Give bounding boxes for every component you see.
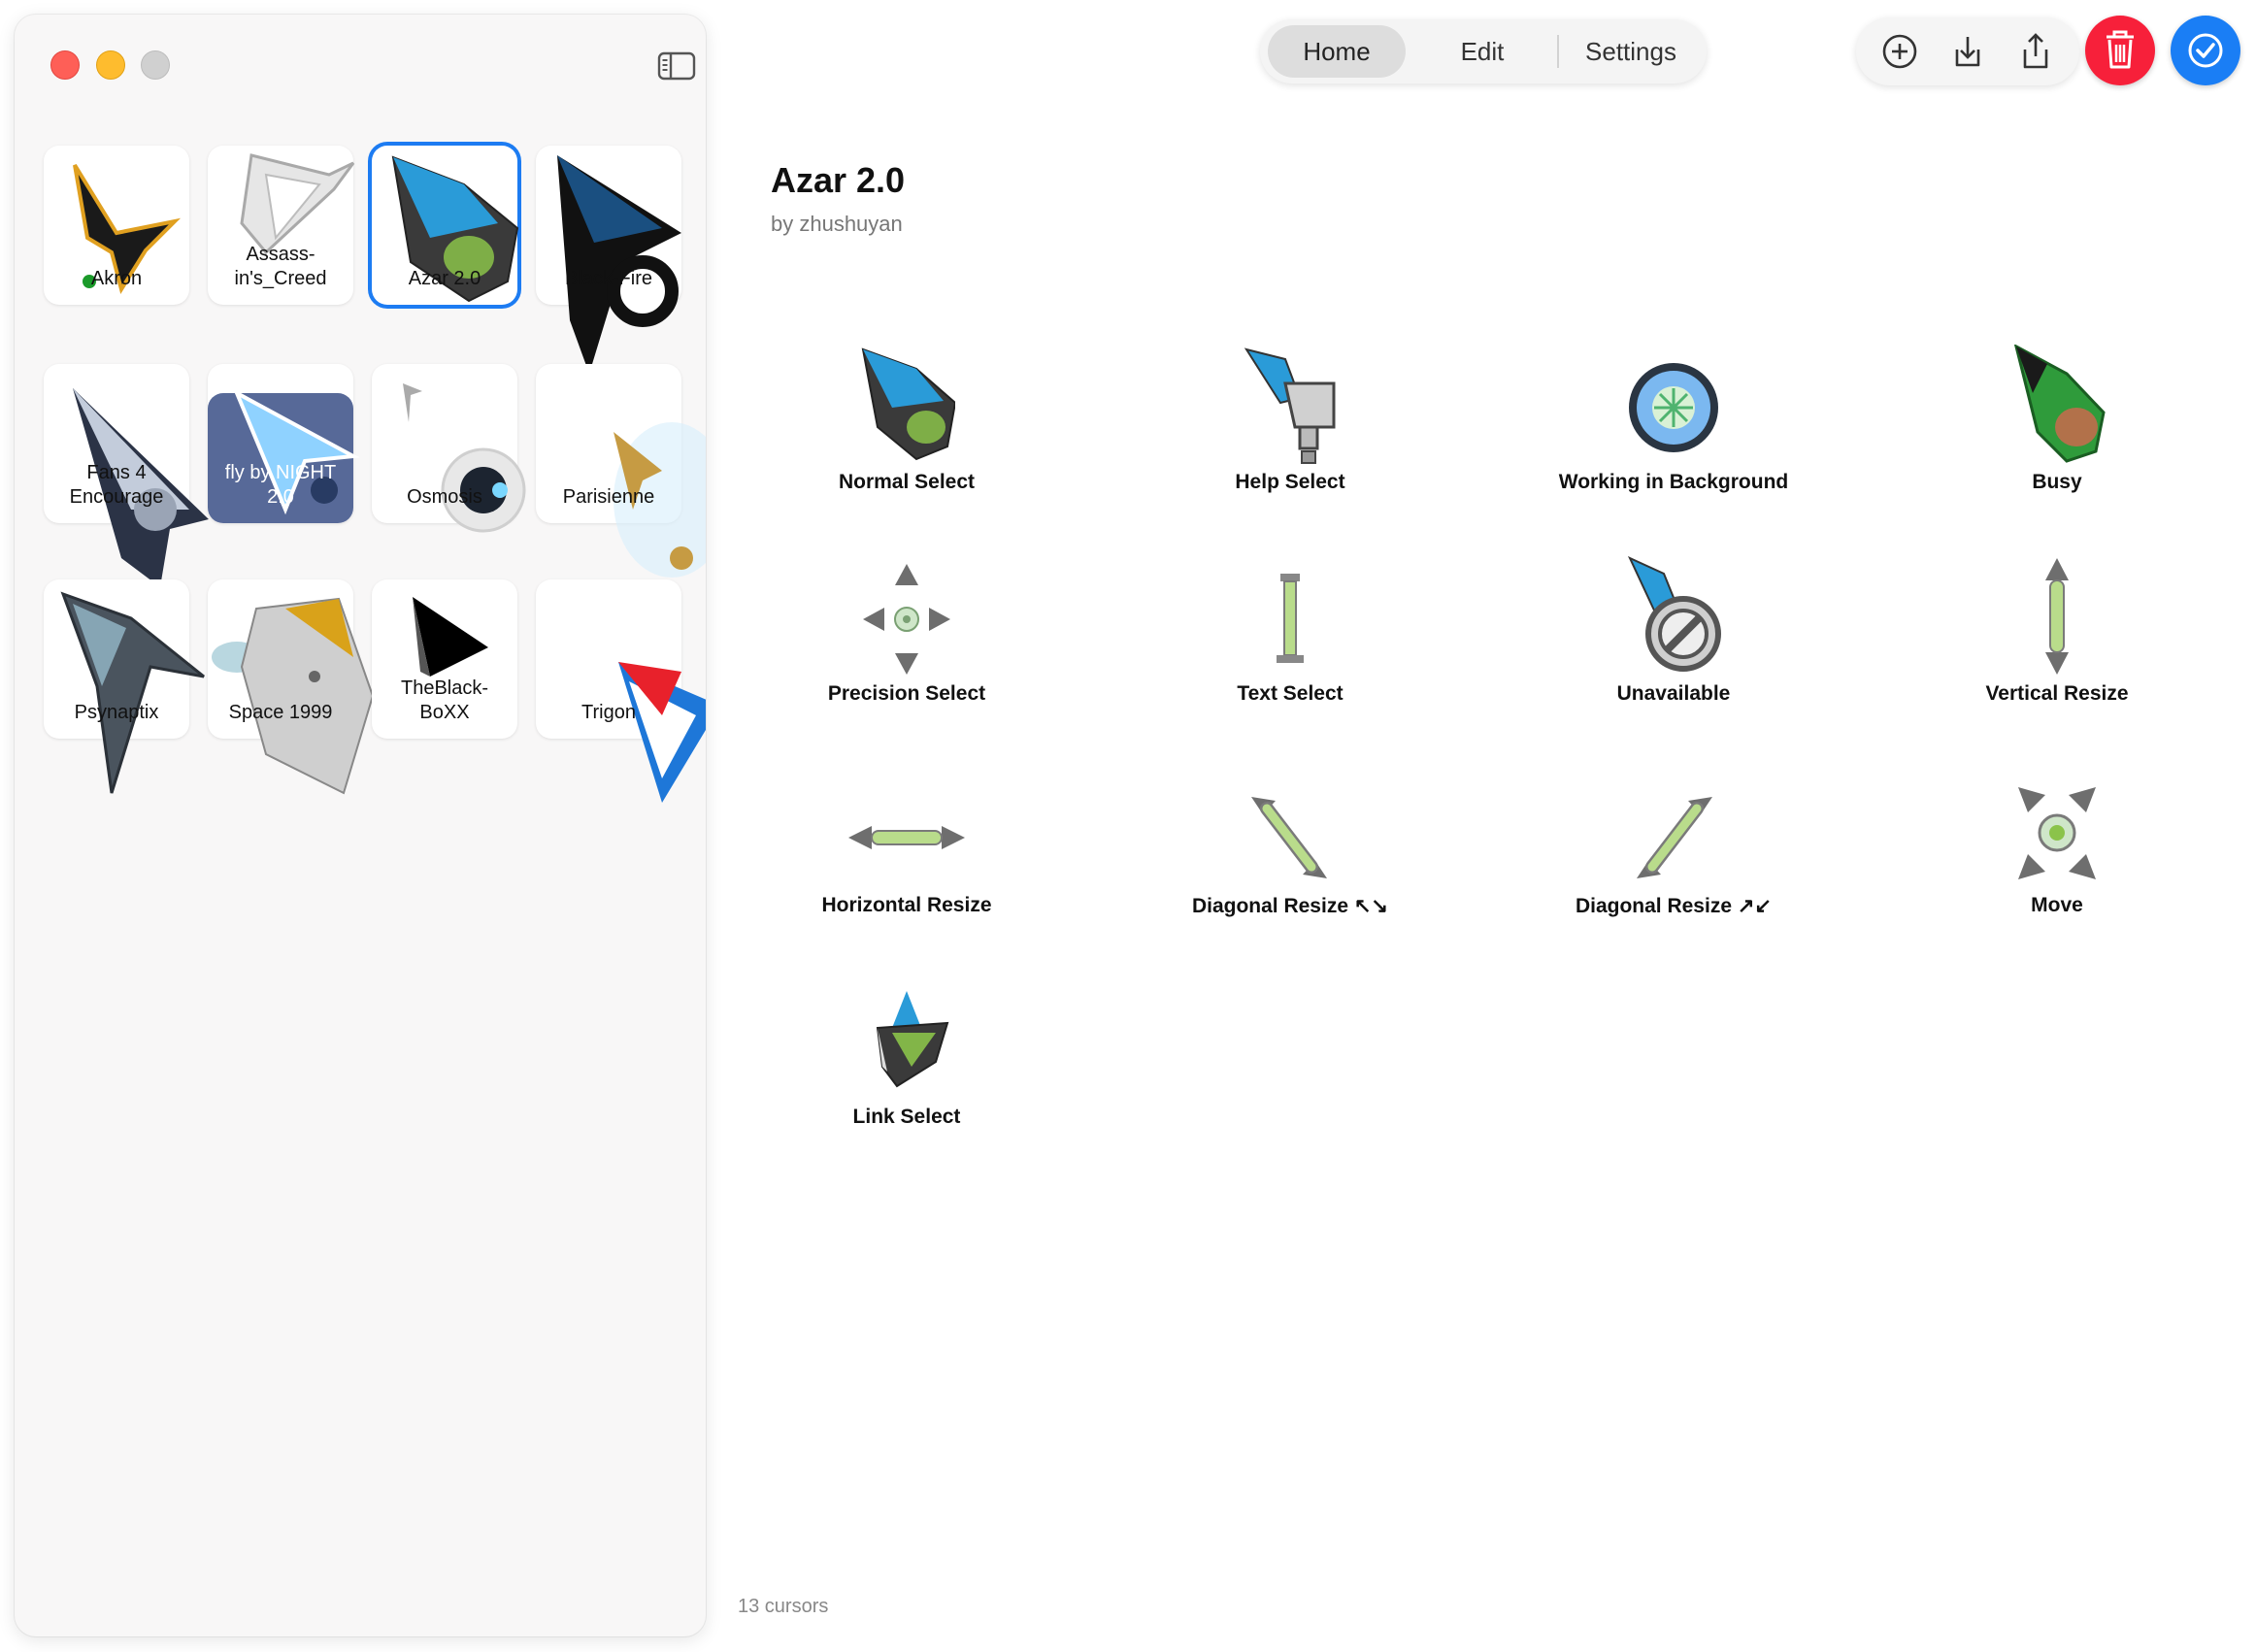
sidebar-item-label: Space 1999 [228,702,333,723]
main-tab-bar: Home Edit Settings [1260,19,1707,83]
diagonal-resize-nesw-cursor-icon [1637,797,1712,878]
cursor-label: Busy [2032,471,2082,493]
minimize-window-button[interactable] [96,50,125,80]
working-in-background-cursor-icon [1629,363,1718,452]
cursor-item-help-select[interactable]: Help Select [1106,345,1475,539]
tab-home[interactable]: Home [1268,25,1406,78]
zoom-window-button[interactable] [141,50,170,80]
trash-icon [2107,30,2134,69]
cursor-item-busy[interactable]: Busy [1873,345,2241,539]
sidebar: Akron Assass- in's_Creed Azar 2.0 Black-… [15,15,706,1636]
normal-select-cursor-icon [861,347,955,461]
sidebar-item-blackfire[interactable]: Black-Fire [536,146,681,374]
page-title: Azar 2.0 [771,160,906,200]
sidebar-item-trigon[interactable]: Trigon [536,579,706,803]
vertical-resize-cursor-icon [2045,558,2069,675]
link-select-cursor-icon [876,991,949,1088]
horizontal-resize-cursor-icon [848,826,965,849]
tab-settings[interactable]: Settings [1563,25,1699,78]
sidebar-item-parisienne[interactable]: Parisienne [536,364,706,578]
cursor-label: Horizontal Resize [821,894,992,916]
cursor-item-working-in-background[interactable]: Working in Background [1489,345,1858,539]
cursor-label: Vertical Resize [1985,682,2129,705]
cursor-label: Diagonal Resize ↗↙ [1575,895,1773,917]
sidebar-item-azar[interactable]: Azar 2.0 [372,146,519,305]
sidebar-item-space-1999[interactable]: Space 1999 [208,579,375,795]
sidebar-item-label: Black-Fire [564,268,652,289]
precision-select-cursor-icon [863,564,950,675]
sidebar-item-fly-by-night[interactable]: fly by NIGHT 2.0 [208,364,360,523]
cursor-label: Move [2031,894,2083,916]
sidebar-item-label: Parisienne [562,486,655,508]
cursor-item-text-select[interactable]: Text Select [1106,556,1475,750]
busy-cursor-icon [2013,345,2106,463]
sidebar-item-label: Fans 4 Encourage [69,462,164,508]
cursor-label: Text Select [1237,682,1344,705]
move-cursor-icon [2018,787,2096,879]
toolbar-actions [1856,17,2079,85]
sidebar-item-label: Osmosis [407,486,482,508]
cursor-label: Working in Background [1558,471,1789,493]
sidebar-item-label: fly by NIGHT 2.0 [224,462,337,508]
sidebar-item-akron[interactable]: Akron [44,146,189,305]
unavailable-cursor-icon [1627,556,1721,672]
cursor-item-link-select[interactable]: Link Select [722,979,1091,1173]
sidebar-item-psynaptix[interactable]: Psynaptix [44,579,205,794]
sidebar-item-label: Trigon [581,702,636,723]
sidebar-toggle-icon[interactable] [657,50,696,82]
diagonal-resize-nwse-cursor-icon [1251,797,1327,878]
cursor-count: 13 cursors [738,1596,829,1617]
sidebar-item-label: Psynaptix [74,702,159,723]
cursor-item-horizontal-resize[interactable]: Horizontal Resize [722,768,1091,962]
share-icon[interactable] [2015,31,2056,72]
cursor-item-move[interactable]: Move [1873,768,2241,962]
delete-button[interactable] [2085,16,2155,85]
cursor-label: Link Select [852,1106,961,1128]
cursor-item-precision-select[interactable]: Precision Select [722,556,1091,750]
sidebar-item-label: TheBlack- BoXX [400,677,489,723]
add-circle-icon[interactable] [1879,31,1920,72]
sidebar-item-label: Azar 2.0 [408,268,481,289]
cursor-item-unavailable[interactable]: Unavailable [1489,556,1858,750]
checkmark-icon [2188,33,2223,68]
cursor-item-vertical-resize[interactable]: Vertical Resize [1873,556,2241,750]
cursor-label: Help Select [1235,471,1345,493]
sidebar-item-theblackboxx[interactable]: TheBlack- BoXX [372,579,517,739]
download-icon[interactable] [1947,31,1988,72]
tab-edit[interactable]: Edit [1415,25,1549,78]
cursor-item-diagonal-resize-nesw[interactable]: Diagonal Resize ↗↙ [1489,768,1858,962]
sidebar-item-label: Assass- in's_Creed [234,244,327,289]
sidebar-item-assassins-creed[interactable]: Assass- in's_Creed [208,146,355,305]
cursor-item-normal-select[interactable]: Normal Select [722,345,1091,539]
app-window: Akron Assass- in's_Creed Azar 2.0 Black-… [0,0,2256,1652]
close-window-button[interactable] [50,50,80,80]
sidebar-item-osmosis[interactable]: Osmosis [372,364,526,533]
author-subtitle: by zhushuyan [771,212,903,236]
tab-divider [1557,35,1559,68]
cursor-label: Precision Select [827,682,986,705]
cursor-label: Normal Select [838,471,976,493]
help-select-cursor-icon [1244,347,1336,464]
apply-button[interactable] [2171,16,2240,85]
cursor-label: Diagonal Resize ↖↘ [1191,895,1389,917]
sidebar-item-label: Akron [90,268,143,289]
sidebar-item-fans4encourage[interactable]: Fans 4 Encourage [44,364,209,587]
text-select-cursor-icon [1277,574,1304,663]
cursor-label: Unavailable [1616,682,1731,705]
cursor-item-diagonal-resize-nwse[interactable]: Diagonal Resize ↖↘ [1106,768,1475,962]
